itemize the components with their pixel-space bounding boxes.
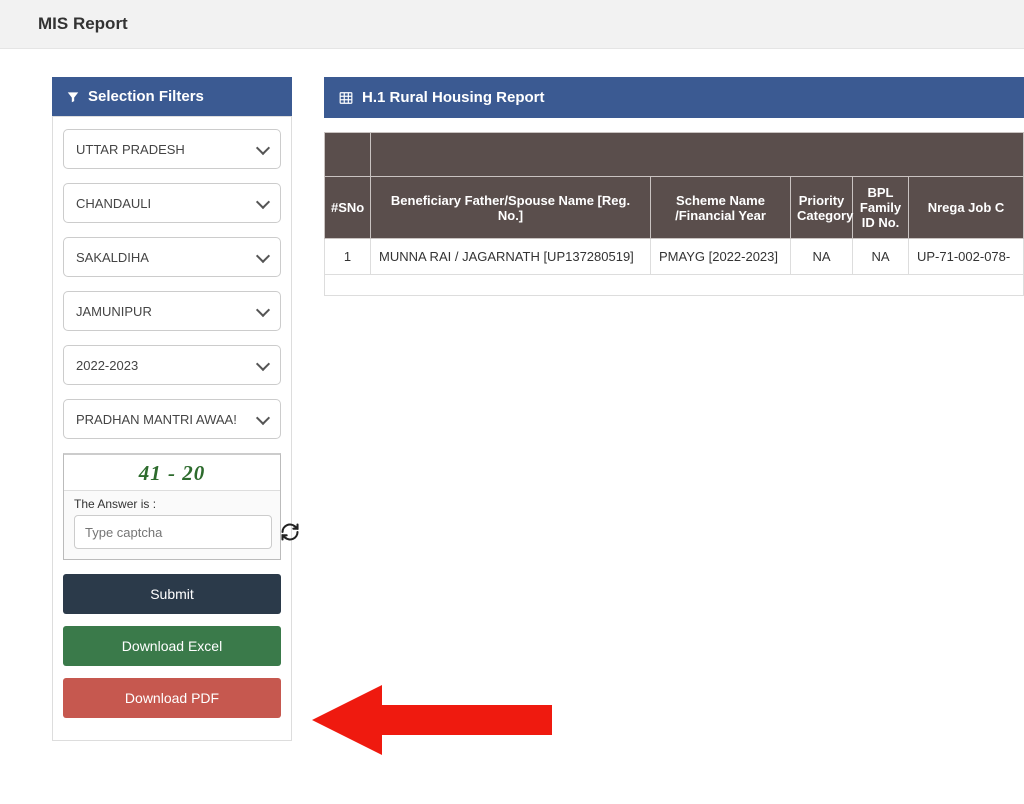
report-panel: H.1 Rural Housing Report #SNo Beneficiar… bbox=[324, 77, 1024, 741]
sidebar-header-label: Selection Filters bbox=[88, 88, 204, 105]
table-icon bbox=[338, 91, 354, 105]
captcha-label: The Answer is : bbox=[64, 491, 280, 515]
refresh-icon[interactable] bbox=[280, 521, 300, 543]
district-select[interactable]: CHANDAULI bbox=[63, 183, 281, 223]
col-beneficiary: Beneficiary Father/Spouse Name [Reg. No.… bbox=[371, 177, 651, 239]
captcha-image: 41 - 20 bbox=[64, 455, 280, 491]
col-sno: #SNo bbox=[325, 177, 371, 239]
scheme-select[interactable]: PRADHAN MANTRI AWAA! bbox=[63, 399, 281, 439]
captcha-box: 41 - 20 The Answer is : bbox=[63, 453, 281, 560]
cell-bpl: NA bbox=[853, 239, 909, 275]
sidebar-header: Selection Filters bbox=[52, 77, 292, 116]
cell-priority: NA bbox=[791, 239, 853, 275]
col-nrega: Nrega Job C bbox=[909, 177, 1024, 239]
year-select[interactable]: 2022-2023 bbox=[63, 345, 281, 385]
download-pdf-button[interactable]: Download PDF bbox=[63, 678, 281, 718]
col-priority: Priority Category bbox=[791, 177, 853, 239]
cell-scheme: PMAYG [2022-2023] bbox=[651, 239, 791, 275]
block-select[interactable]: SAKALDIHA bbox=[63, 237, 281, 277]
selection-filters-panel: Selection Filters UTTAR PRADESH CHANDAUL… bbox=[52, 77, 292, 741]
page-header: MIS Report bbox=[0, 0, 1024, 49]
captcha-input[interactable] bbox=[74, 515, 272, 549]
cell-nrega: UP-71-002-078- bbox=[909, 239, 1024, 275]
village-select[interactable]: JAMUNIPUR bbox=[63, 291, 281, 331]
col-scheme: Scheme Name /Financial Year bbox=[651, 177, 791, 239]
submit-button[interactable]: Submit bbox=[63, 574, 281, 614]
state-select[interactable]: UTTAR PRADESH bbox=[63, 129, 281, 169]
cell-sno: 1 bbox=[325, 239, 371, 275]
page-title: MIS Report bbox=[38, 14, 1000, 34]
download-excel-button[interactable]: Download Excel bbox=[63, 626, 281, 666]
cell-beneficiary: MUNNA RAI / JAGARNATH [UP137280519] bbox=[371, 239, 651, 275]
filter-icon bbox=[66, 90, 80, 104]
table-row: 1 MUNNA RAI / JAGARNATH [UP137280519] PM… bbox=[325, 239, 1024, 275]
col-bpl: BPL Family ID No. bbox=[853, 177, 909, 239]
report-header: H.1 Rural Housing Report bbox=[324, 77, 1024, 118]
report-header-label: H.1 Rural Housing Report bbox=[362, 89, 545, 106]
report-table: #SNo Beneficiary Father/Spouse Name [Reg… bbox=[324, 132, 1024, 296]
